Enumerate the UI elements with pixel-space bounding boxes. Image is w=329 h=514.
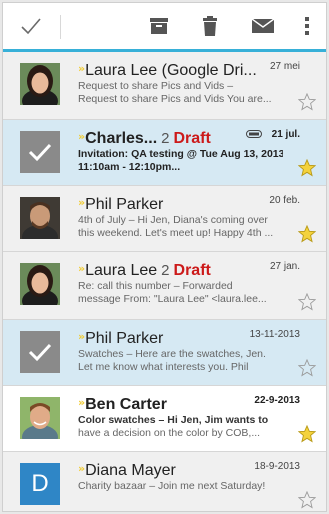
message-snippet: Let me know what interests you. Phil <box>78 361 249 373</box>
archive-icon <box>150 18 168 34</box>
star-icon[interactable] <box>298 225 316 243</box>
sender-name: Phil Parker <box>85 196 164 213</box>
message-subject: 4th of July – Hi Jen, Diana's coming ove… <box>78 214 268 226</box>
done-button[interactable] <box>11 3 51 49</box>
importance-marker: » <box>78 462 85 475</box>
message-date: 18-9-2013 <box>254 461 300 472</box>
message-date: 20 feb. <box>269 195 300 206</box>
message-date: 22-9-2013 <box>254 395 300 406</box>
message-snippet: Request to share Pics and Vids You are..… <box>78 93 272 105</box>
avatar[interactable] <box>20 263 60 305</box>
sender-name: Charles... <box>85 130 158 147</box>
thread-count: 2 <box>161 262 170 279</box>
message-date: 13-11-2013 <box>249 329 300 340</box>
importance-marker: » <box>78 196 85 209</box>
sender-name: Ben Carter <box>85 396 167 413</box>
star-icon[interactable] <box>298 425 316 443</box>
sender-name: Laura Lee <box>85 262 158 279</box>
importance-marker: » <box>78 396 85 409</box>
importance-marker: » <box>78 130 85 143</box>
selected-checkmark[interactable] <box>20 331 60 373</box>
sender-name: Phil Parker <box>85 330 164 347</box>
importance-marker: » <box>78 330 85 343</box>
message-row[interactable]: » Phil Parker 13-11-2013 Swatches – Here a… <box>3 320 326 386</box>
mark-unread-button[interactable] <box>243 3 283 49</box>
delete-button[interactable] <box>192 3 228 49</box>
selected-checkmark[interactable] <box>20 131 60 173</box>
message-subject: Invitation: QA testing @ Tue Aug 13, 201… <box>78 148 283 160</box>
message-subject: Re: call this number – Forwarded <box>78 280 233 292</box>
message-subject: Charity bazaar – Join me next Saturday! <box>78 480 266 492</box>
draft-label: Draft <box>173 262 211 279</box>
done-icon <box>21 18 41 35</box>
archive-button[interactable] <box>141 3 177 49</box>
message-date: 27 jan. <box>269 261 300 272</box>
message-subject: Request to share Pics and Vids – <box>78 80 234 92</box>
avatar[interactable] <box>20 63 60 105</box>
avatar[interactable] <box>20 397 60 439</box>
importance-marker: » <box>78 262 85 275</box>
message-list: » Laura Lee (Google Dri... 27 mei Request … <box>3 52 326 511</box>
star-icon[interactable] <box>298 159 316 177</box>
message-date: 27 mei <box>269 61 300 72</box>
sender-name: Diana Mayer <box>85 462 176 479</box>
overflow-menu-button[interactable] <box>297 3 317 49</box>
message-snippet: have a decision on the color by COB,... <box>78 427 261 439</box>
sender-name: Laura Lee (Google Dri... <box>85 62 257 79</box>
star-icon[interactable] <box>298 359 316 377</box>
checkmark-icon <box>28 143 52 162</box>
message-snippet: 11:10am - 12:10pm... <box>78 161 181 173</box>
message-row[interactable]: » Phil Parker 20 feb. 4th of July – Hi Jen… <box>3 186 326 252</box>
mark-unread-icon <box>251 18 275 33</box>
app-frame: » Laura Lee (Google Dri... 27 mei Request … <box>2 2 327 512</box>
message-row[interactable]: » Laura Lee (Google Dri... 27 mei Request … <box>3 52 326 120</box>
importance-marker: » <box>78 62 85 75</box>
thread-count: 2 <box>161 130 170 147</box>
trash-icon <box>203 16 217 36</box>
draft-label: Draft <box>173 130 211 147</box>
label-tag-icon <box>246 130 262 138</box>
star-icon[interactable] <box>298 93 316 111</box>
message-snippet: this weekend. Let's meet up! Happy 4th .… <box>78 227 274 239</box>
message-snippet: message From: "Laura Lee" <laura.lee... <box>78 293 267 305</box>
message-subject: Color swatches – Hi Jen, Jim wants to <box>78 414 269 426</box>
avatar[interactable] <box>20 197 60 239</box>
checkmark-icon <box>28 343 52 362</box>
star-icon[interactable] <box>298 491 316 509</box>
divider <box>60 15 61 39</box>
action-bar <box>3 3 326 52</box>
avatar[interactable]: D <box>20 463 60 505</box>
message-row[interactable]: » Ben Carter 22-9-2013 Color swatches – Hi… <box>3 386 326 452</box>
overflow-icon <box>305 17 309 35</box>
message-subject: Swatches – Here are the swatches, Jen. <box>78 348 266 360</box>
message-row[interactable]: » Charles... 2 Draft 21 jul. Invitation: QA … <box>3 120 326 186</box>
message-date: 21 jul. <box>271 129 300 140</box>
star-icon[interactable] <box>298 293 316 311</box>
message-row[interactable]: » Laura Lee 2 Draft 27 jan. Re: call this nu… <box>3 252 326 320</box>
message-row[interactable]: D » Diana Mayer 18-9-2013 Charity bazaar –… <box>3 452 326 511</box>
